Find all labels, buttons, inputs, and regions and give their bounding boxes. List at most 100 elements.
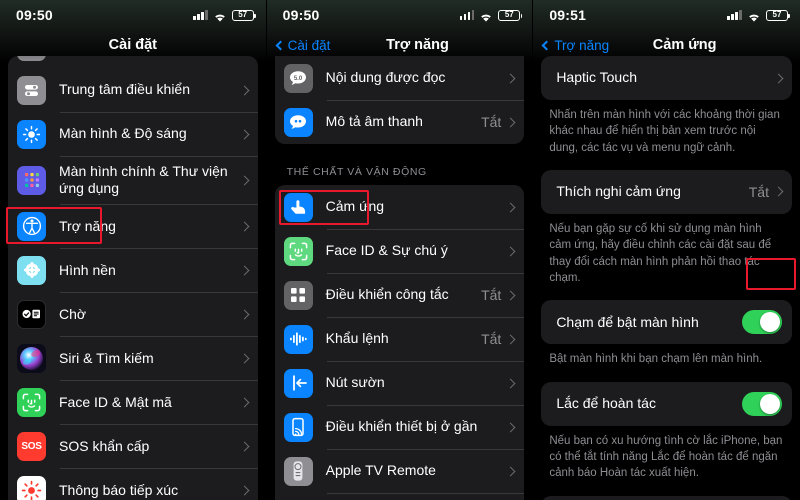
list-item-pointer-control[interactable]: Điều khiển con trỏ — [275, 493, 525, 500]
list-item-label: Apple TV Remote — [325, 462, 436, 479]
footnote-haptic-touch: Nhấn trên màn hình với các khoảng thời g… — [549, 109, 780, 154]
battery-icon: 57 — [498, 9, 523, 21]
list-item-label: Khẩu lệnh — [325, 330, 389, 347]
control-center-icon — [17, 75, 46, 105]
back-button[interactable]: Cài đặt — [275, 38, 330, 53]
list-item-value: Tắt — [748, 183, 769, 200]
settings-group-main: Trung tâm điều khiển Màn hình & Độ sáng — [8, 68, 258, 500]
cellular-bars-icon — [193, 10, 208, 20]
list-item-label: Face ID & Sự chú ý — [325, 242, 448, 259]
list-item-label: Trợ năng — [59, 217, 116, 234]
list-item-label: Điều khiển thiết bị ở gần — [325, 418, 478, 435]
wallpaper-icon — [17, 255, 46, 285]
status-indicators: 57 — [459, 9, 523, 22]
battery-icon: 57 — [765, 9, 790, 21]
chevron-right-icon — [505, 466, 516, 476]
page-title: Cài đặt — [108, 37, 157, 53]
sidebar-item-wallpaper[interactable]: Hình nền — [8, 248, 258, 292]
wifi-icon — [213, 10, 227, 22]
list-item-touch[interactable]: Cảm ứng — [275, 185, 525, 229]
svg-text:5.0: 5.0 — [294, 76, 303, 82]
cellular-bars-icon — [459, 10, 475, 20]
wifi-icon — [479, 10, 493, 22]
list-item-vibration[interactable]: Rung — [541, 496, 792, 500]
settings-list-p1[interactable]: Cài đặt chung Trung tâm điều khiển Màn h… — [0, 56, 266, 500]
sidebar-item-accessibility[interactable]: Trợ năng — [8, 204, 258, 248]
group-hearing: 5.0 Nội dung được đọc Mô tả âm thanh Tắt — [274, 56, 525, 144]
back-button[interactable]: Trợ năng — [541, 37, 610, 53]
panel-touch-settings: 09:51 57 Trợ năng Cảm ứng Haptic Touch N… — [533, 0, 800, 500]
list-item-side-button[interactable]: Nút sườn — [275, 361, 525, 405]
exposure-notification-icon — [17, 475, 46, 500]
list-item-label: Siri & Tìm kiếm — [59, 349, 154, 366]
footnote-shake-to-undo: Nếu bạn có xu hướng tình cờ lắc iPhone, … — [549, 434, 783, 480]
list-item-haptic-touch[interactable]: Haptic Touch — [541, 56, 792, 100]
list-item-voice-control[interactable]: Khẩu lệnh Tắt — [275, 317, 525, 361]
nav-bar-p1: Cài đặt — [0, 30, 266, 60]
sidebar-item-standby[interactable]: Chờ — [8, 292, 258, 336]
chevron-right-icon — [239, 309, 250, 320]
accessibility-list[interactable]: 5.0 Nội dung được đọc Mô tả âm thanh Tắt… — [267, 56, 533, 500]
three-panel-screenshot: 09:50 57 Cài đặt Cài đặt chung — [0, 0, 800, 500]
chevron-left-icon — [541, 40, 552, 50]
footnote-adaptive-touch: Nếu bạn gặp sự cố khi sử dụng màn hình c… — [549, 222, 772, 284]
accessibility-icon — [17, 211, 46, 241]
chevron-right-icon — [505, 378, 516, 388]
tap-to-wake-toggle[interactable] — [741, 310, 782, 335]
list-item-value: Tắt — [481, 287, 502, 303]
sidebar-item-display-brightness[interactable]: Màn hình & Độ sáng — [8, 112, 258, 156]
voice-control-icon — [283, 324, 313, 354]
sidebar-item-home-screen[interactable]: Màn hình chính & Thư viện ứng dụng — [8, 156, 258, 204]
spoken-content-icon: 5.0 — [283, 63, 313, 93]
sidebar-item-siri-search[interactable]: Siri & Tìm kiếm — [8, 336, 258, 380]
list-item-label: Hình nền — [59, 261, 116, 278]
list-item-apple-tv-remote[interactable]: Apple TV Remote — [275, 449, 525, 493]
chevron-right-icon — [505, 117, 516, 127]
audio-description-icon — [283, 107, 313, 137]
group-tap-to-wake: Chạm để bật màn hình — [541, 300, 792, 345]
list-item-label: Màn hình & Độ sáng — [59, 125, 187, 142]
back-label: Trợ năng — [554, 37, 610, 53]
nearby-device-control-icon — [283, 412, 313, 442]
list-item-nearby-device-control[interactable]: Điều khiển thiết bị ở gần — [275, 405, 525, 449]
list-item-audio-description[interactable]: Mô tả âm thanh Tắt — [275, 100, 525, 144]
shake-to-undo-toggle[interactable] — [741, 391, 782, 416]
list-item-spoken-content[interactable]: 5.0 Nội dung được đọc — [275, 56, 525, 100]
list-item-label: Chờ — [59, 305, 87, 322]
chevron-right-icon — [505, 290, 516, 300]
battery-level: 57 — [504, 10, 514, 19]
chevron-right-icon — [773, 73, 784, 83]
list-item-label: Trung tâm điều khiển — [59, 81, 190, 98]
status-indicators: 57 — [193, 9, 256, 22]
list-item-label: Màn hình chính & Thư viện ứng dụng — [59, 163, 228, 197]
list-item-label: Chạm để bật màn hình — [556, 313, 699, 330]
list-item-label: Nội dung được đọc — [325, 69, 446, 86]
list-item-tap-to-wake[interactable]: Chạm để bật màn hình — [541, 300, 792, 344]
list-item-label: Cảm ứng — [325, 198, 385, 215]
status-indicators: 57 — [727, 9, 790, 22]
status-time: 09:51 — [549, 7, 587, 23]
chevron-right-icon — [239, 265, 250, 276]
switch-control-icon — [283, 280, 313, 310]
sidebar-item-face-id-passcode[interactable]: Face ID & Mật mã — [8, 380, 258, 424]
touch-settings-list[interactable]: Haptic Touch Nhấn trên màn hình với các … — [533, 56, 800, 500]
group-haptic-touch: Haptic Touch — [541, 56, 792, 100]
chevron-right-icon — [505, 202, 516, 212]
group-adaptive-touch: Thích nghi cảm ứng Tắt — [541, 169, 792, 214]
chevron-right-icon — [239, 129, 250, 139]
battery-level: 57 — [772, 10, 782, 19]
group-vibration: Rung — [541, 495, 792, 500]
chevron-right-icon — [505, 334, 516, 344]
group-shake-to-undo: Lắc để hoàn tác — [541, 381, 792, 426]
chevron-right-icon — [239, 485, 250, 496]
sidebar-item-control-center[interactable]: Trung tâm điều khiển — [8, 68, 258, 112]
list-item-shake-to-undo[interactable]: Lắc để hoàn tác — [541, 382, 792, 426]
home-screen-icon — [17, 165, 46, 195]
list-item-switch-control[interactable]: Điều khiển công tắc Tắt — [275, 273, 525, 317]
battery-level: 57 — [238, 10, 248, 19]
sidebar-item-emergency-sos[interactable]: SOS SOS khẩn cấp — [8, 424, 258, 468]
list-item-label: Nút sườn — [325, 374, 385, 391]
list-item-adaptive-touch[interactable]: Thích nghi cảm ứng Tắt — [541, 170, 792, 214]
sidebar-item-exposure-notifications[interactable]: Thông báo tiếp xúc — [8, 468, 258, 500]
list-item-face-id-attention[interactable]: Face ID & Sự chú ý — [275, 229, 525, 273]
